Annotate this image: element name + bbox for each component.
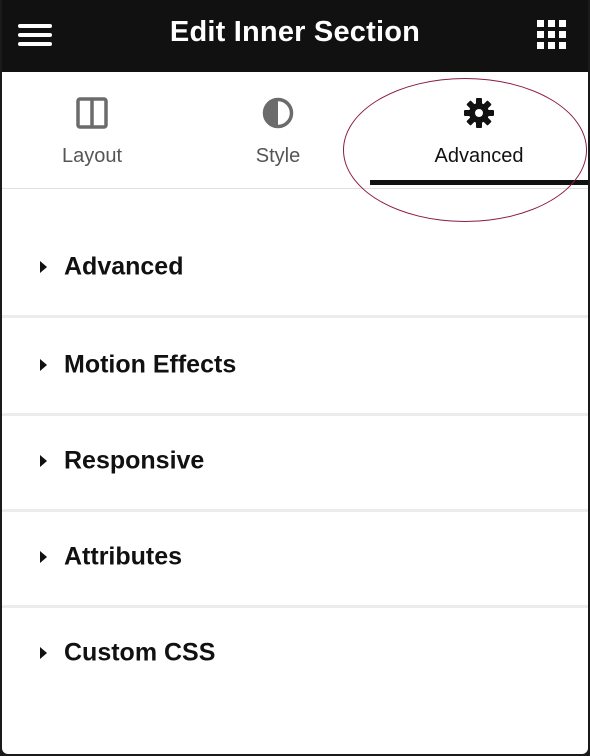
panel-tabs: Layout Style Advanced [2,72,588,189]
section-title: Advanced [64,252,184,281]
section-responsive[interactable]: Responsive [2,413,588,512]
caret-right-icon [40,455,47,467]
caret-right-icon [40,359,47,371]
gear-icon [464,98,494,128]
section-title: Attributes [64,542,183,571]
section-attributes[interactable]: Attributes [2,509,588,608]
tab-layout[interactable]: Layout [2,72,182,188]
tab-advanced[interactable]: Advanced [370,72,588,188]
section-title: Custom CSS [64,638,216,667]
section-motion-effects[interactable]: Motion Effects [2,317,588,416]
tab-label: Style [255,145,301,167]
caret-right-icon [40,647,47,659]
section-title: Responsive [64,446,205,475]
tab-label: Advanced [434,145,524,167]
caret-right-icon [40,261,47,273]
tab-label: Layout [61,145,123,167]
caret-right-icon [40,551,47,563]
widgets-grid-icon[interactable] [537,20,567,50]
panel-header: Edit Inner Section [2,0,588,72]
tab-style[interactable]: Style [188,72,368,188]
columns-layout-icon [76,97,108,129]
active-tab-indicator [370,180,588,185]
section-title: Motion Effects [64,350,237,379]
page-title: Edit Inner Section [169,16,421,48]
half-circle-contrast-icon [262,97,294,129]
section-custom-css[interactable]: Custom CSS [2,605,588,701]
editor-panel: Edit Inner Section Layout Style Advanced… [2,0,588,754]
section-advanced[interactable]: Advanced [2,219,588,318]
